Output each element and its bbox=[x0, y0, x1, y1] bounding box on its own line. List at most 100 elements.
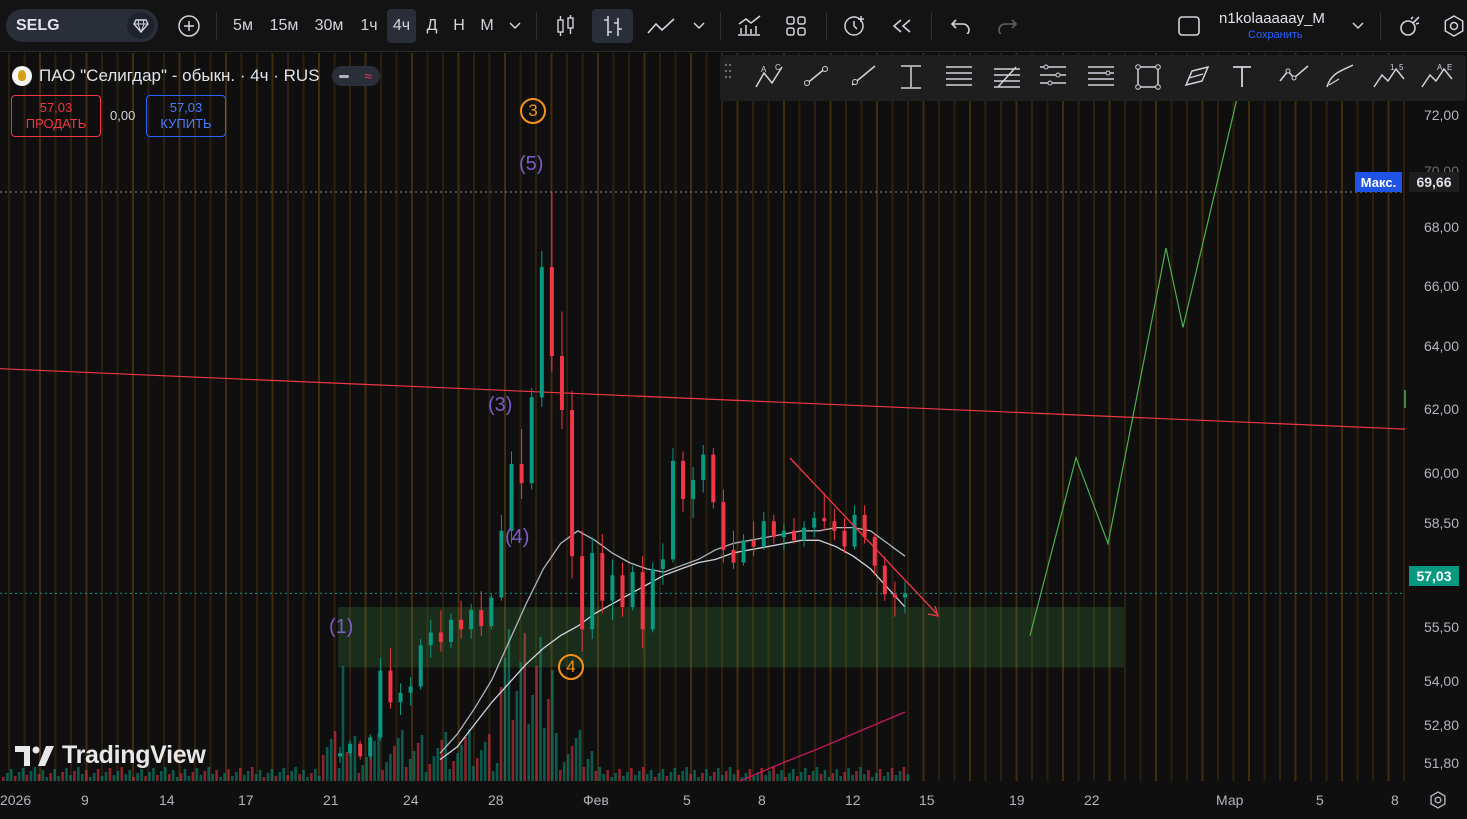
watermark-text: TradingView bbox=[62, 741, 206, 769]
chevron-down-icon[interactable] bbox=[689, 9, 709, 43]
pitchfork-icon[interactable] bbox=[1038, 63, 1074, 93]
volume-bar bbox=[167, 774, 171, 781]
brush-icon[interactable] bbox=[1182, 63, 1218, 93]
wave-label-3[interactable]: (3) bbox=[488, 394, 512, 417]
volume-bar bbox=[906, 774, 910, 781]
elliott-wave-icon[interactable]: 15 bbox=[1372, 63, 1408, 93]
candle bbox=[711, 448, 716, 509]
chart-pane[interactable]: AC 1 5 A E bbox=[0, 53, 1467, 819]
interval-5m[interactable]: 5м bbox=[228, 9, 258, 43]
checkbox-icon[interactable] bbox=[1173, 9, 1205, 43]
interval-15m[interactable]: 15м bbox=[266, 9, 302, 43]
volume-bar bbox=[878, 769, 882, 781]
candle bbox=[741, 533, 746, 566]
time-tick: 15 bbox=[919, 792, 935, 808]
candle bbox=[701, 444, 706, 493]
symbol-search-button[interactable]: SELG bbox=[6, 9, 158, 42]
quick-search-icon[interactable] bbox=[1394, 9, 1426, 43]
interval-month[interactable]: М bbox=[475, 9, 499, 43]
volume-bar bbox=[681, 771, 684, 781]
volume-bar bbox=[487, 734, 491, 781]
interval-week[interactable]: Н bbox=[448, 9, 470, 43]
wave-label-1[interactable]: (1) bbox=[329, 616, 353, 639]
volume-bar bbox=[578, 730, 582, 781]
time-tick: 12 bbox=[845, 792, 861, 808]
alert-clock-icon[interactable] bbox=[838, 9, 872, 43]
settings-icon[interactable] bbox=[1440, 9, 1467, 43]
volume-bar bbox=[325, 747, 329, 781]
legend-status-pill[interactable]: ≈ bbox=[331, 66, 380, 86]
save-link[interactable]: Сохранить bbox=[1248, 29, 1303, 41]
chevron-down-icon[interactable] bbox=[1348, 9, 1368, 43]
fib-channel-icon[interactable] bbox=[1086, 63, 1122, 93]
volume-bar bbox=[128, 770, 131, 781]
undo-icon[interactable] bbox=[944, 9, 978, 43]
candles-icon[interactable] bbox=[549, 9, 583, 43]
ae-wave-icon[interactable]: AE bbox=[1420, 63, 1456, 93]
abc-pattern-icon[interactable]: AC bbox=[754, 63, 790, 93]
text-tool-icon[interactable] bbox=[1230, 63, 1266, 93]
wave-label-4[interactable]: (4) bbox=[505, 526, 529, 549]
price-chart[interactable] bbox=[0, 53, 1467, 819]
volume-bar bbox=[799, 772, 803, 781]
line-chart-icon[interactable] bbox=[643, 9, 679, 43]
buy-button[interactable]: 57,03 КУПИТЬ bbox=[146, 95, 226, 137]
volume-bar bbox=[622, 776, 625, 781]
add-symbol-icon[interactable] bbox=[175, 9, 203, 43]
volume-bar bbox=[428, 764, 432, 781]
axis-settings-icon[interactable] bbox=[1428, 790, 1448, 815]
volume-bar bbox=[855, 771, 858, 781]
volume-bar bbox=[9, 769, 13, 781]
volume-bar bbox=[574, 738, 578, 781]
interval-day[interactable]: Д bbox=[421, 9, 443, 43]
curve-icon[interactable] bbox=[1325, 63, 1361, 93]
volume-bar bbox=[720, 775, 724, 781]
volume-bar bbox=[2, 777, 5, 781]
wave-label-5[interactable]: (5) bbox=[519, 153, 543, 176]
parallel-channel-icon[interactable] bbox=[944, 63, 980, 93]
volume-bar bbox=[717, 768, 720, 781]
volume-bar bbox=[890, 768, 894, 781]
fib-retracement-icon[interactable] bbox=[992, 63, 1028, 93]
interval-4h[interactable]: 4ч bbox=[387, 9, 416, 43]
toolbar-divider bbox=[536, 12, 537, 40]
wave-circle-3[interactable]: 3 bbox=[520, 98, 546, 124]
session-band bbox=[922, 53, 925, 781]
interval-30m[interactable]: 30м bbox=[310, 9, 348, 43]
interval-1h[interactable]: 1ч bbox=[355, 9, 383, 43]
chevron-down-icon[interactable] bbox=[505, 9, 525, 43]
path-icon[interactable] bbox=[1278, 63, 1314, 93]
candle bbox=[681, 451, 686, 512]
volume-bar bbox=[582, 767, 586, 781]
volume-bar bbox=[49, 773, 52, 781]
wave-circle-4[interactable]: 4 bbox=[558, 654, 584, 680]
drag-handle-icon[interactable] bbox=[724, 63, 744, 93]
redo-icon[interactable] bbox=[990, 9, 1024, 43]
rectangle-icon[interactable] bbox=[1134, 63, 1170, 93]
volume-bar bbox=[665, 776, 669, 781]
session-band bbox=[1310, 53, 1312, 781]
volume-bar bbox=[227, 769, 230, 781]
volume-bar bbox=[586, 759, 590, 781]
ray-icon[interactable] bbox=[849, 63, 885, 93]
candle bbox=[731, 530, 736, 569]
bar-style-icon[interactable] bbox=[592, 9, 633, 43]
svg-text:1: 1 bbox=[1390, 63, 1395, 72]
tradingview-watermark[interactable]: TradingView bbox=[15, 741, 206, 770]
time-tick: Мар bbox=[1216, 792, 1244, 808]
volume-bar bbox=[547, 699, 550, 781]
trendline-icon[interactable] bbox=[802, 63, 838, 93]
layout-name[interactable]: n1kolaaaaay_M bbox=[1219, 10, 1325, 27]
indicators-icon[interactable] bbox=[733, 9, 765, 43]
candles bbox=[338, 192, 907, 763]
price-range-icon[interactable] bbox=[897, 63, 933, 93]
layout-grid-icon[interactable] bbox=[780, 9, 812, 43]
volume-bar bbox=[630, 768, 633, 781]
replay-icon[interactable] bbox=[886, 9, 918, 43]
diamond-icon[interactable] bbox=[127, 12, 154, 39]
chart-legend[interactable]: ПАО "Селигдар" - обыкн. · 4ч · RUS ≈ bbox=[12, 66, 380, 86]
sell-button[interactable]: 57,03 ПРОДАТЬ bbox=[11, 95, 101, 137]
volume-bar bbox=[416, 743, 420, 781]
time-tick: 5 bbox=[683, 792, 691, 808]
volume-bar bbox=[112, 775, 116, 781]
